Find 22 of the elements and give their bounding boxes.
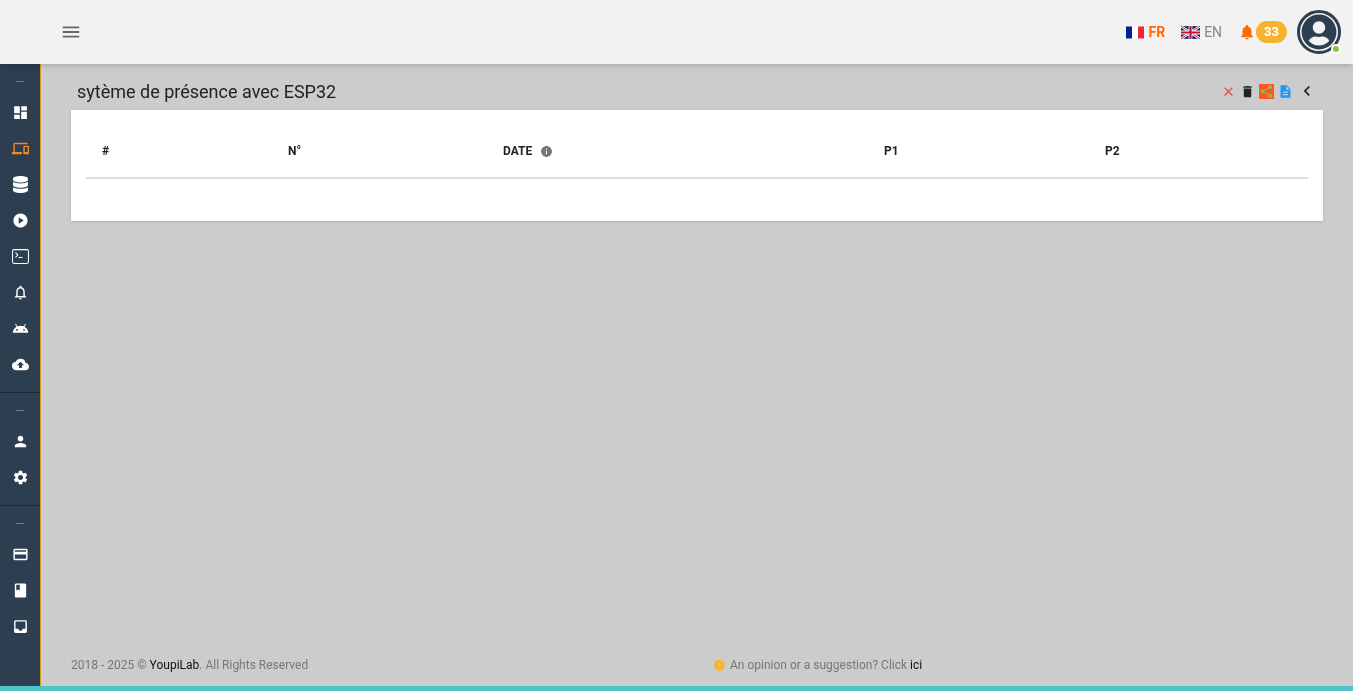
column-header: P2 — [1105, 143, 1120, 160]
british-flag-icon — [1181, 25, 1201, 39]
suggestion-text: An opinion or a suggestion? Click ici — [730, 657, 923, 674]
user-avatar[interactable] — [1297, 10, 1341, 54]
copyright-text: 2018 - 2025 © YoupiLab. All Rights Reserved — [71, 657, 310, 674]
suggestion-link[interactable]: ici — [910, 658, 923, 672]
language-button[interactable]: EN — [1181, 21, 1223, 43]
section-separator: --- — [15, 75, 25, 89]
notification-count: 33 — [1256, 21, 1287, 43]
section-separator: --- — [15, 517, 25, 531]
delete-button[interactable] — [1240, 83, 1255, 99]
column-header: P1 — [884, 143, 899, 160]
info-icon — [540, 144, 554, 158]
page-title: sytème de présence avec ESP32 — [77, 79, 337, 104]
french-flag-icon — [1126, 25, 1145, 39]
column-header: N° — [288, 143, 302, 160]
notifications-button[interactable]: 33 — [1238, 21, 1287, 43]
section-separator: --- — [15, 404, 25, 418]
column-header: DATE — [503, 143, 533, 160]
column-header: # — [102, 143, 110, 160]
language-button[interactable]: FR — [1126, 21, 1166, 43]
warning-icon — [713, 658, 726, 672]
